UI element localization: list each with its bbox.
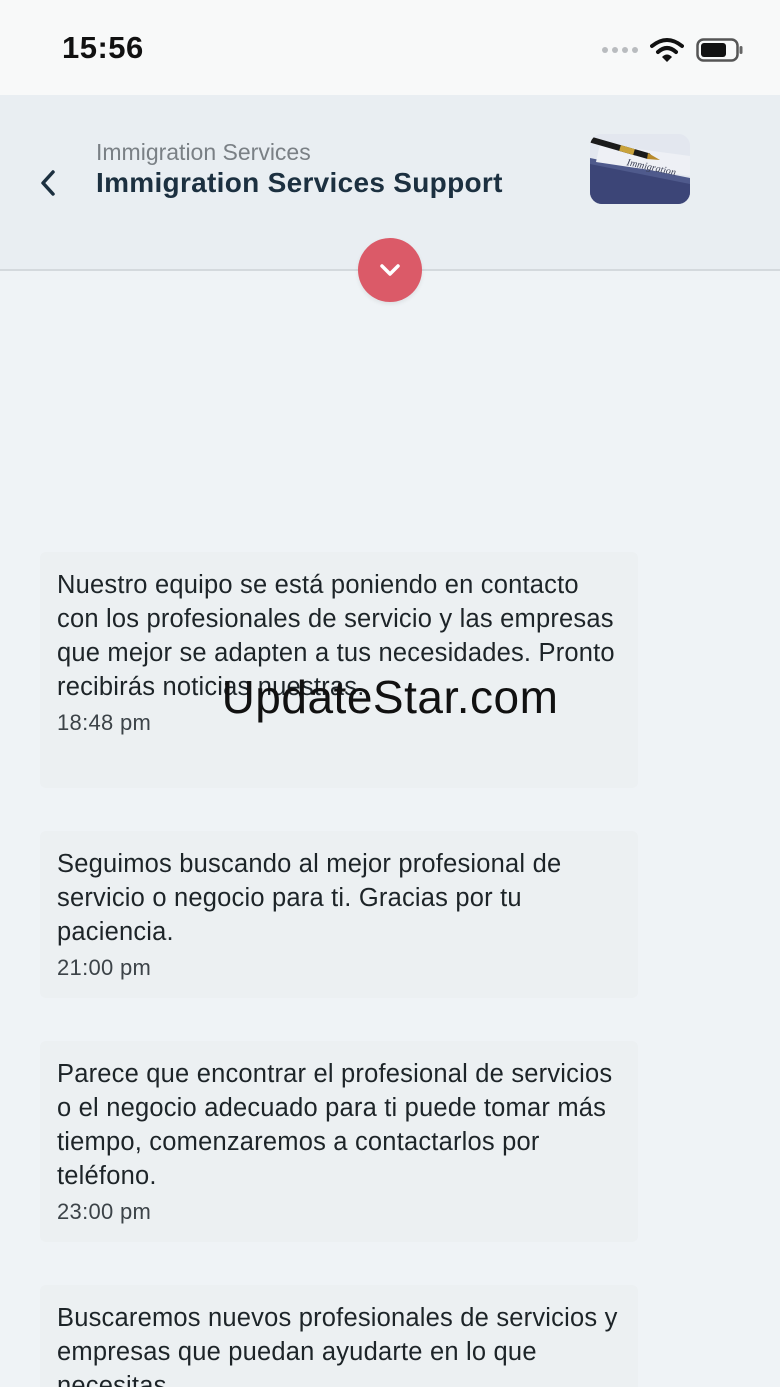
status-icons	[602, 36, 744, 64]
header-subtitle: Immigration Services	[96, 139, 311, 165]
header-title: Immigration Services Support	[96, 167, 503, 198]
scroll-down-button[interactable]	[358, 238, 422, 302]
message-time: 21:00 pm	[57, 955, 152, 980]
message-bubble: Nuestro equipo se está poniendo en conta…	[40, 552, 638, 788]
battery-icon	[696, 38, 743, 62]
chevron-left-icon	[41, 170, 55, 196]
message-text: Nuestro equipo se está poniendo en conta…	[57, 571, 615, 701]
back-button[interactable]	[30, 165, 66, 201]
cellular-signal-icon	[602, 47, 638, 53]
avatar[interactable]: Immigration	[590, 134, 690, 204]
message-bubble: Seguimos buscando al mejor profesional d…	[40, 831, 638, 998]
message-text: Buscaremos nuevos profesionales de servi…	[57, 1304, 618, 1387]
status-bar: 15:56	[0, 0, 780, 95]
message-time: 18:48 pm	[57, 710, 152, 735]
immigration-document-image: Immigration	[590, 134, 690, 204]
message-time: 23:00 pm	[57, 1199, 152, 1224]
message-bubble: Parece que encontrar el profesional de s…	[40, 1041, 638, 1242]
message-text: Seguimos buscando al mejor profesional d…	[57, 850, 562, 946]
chat-screen: 15:56 Immigration Services Immigration S…	[0, 0, 780, 1387]
status-time: 15:56	[62, 30, 144, 65]
message-bubble: Buscaremos nuevos profesionales de servi…	[40, 1285, 638, 1387]
chevron-down-icon	[380, 264, 400, 276]
wifi-icon	[650, 38, 684, 62]
message-text: Parece que encontrar el profesional de s…	[57, 1060, 613, 1190]
